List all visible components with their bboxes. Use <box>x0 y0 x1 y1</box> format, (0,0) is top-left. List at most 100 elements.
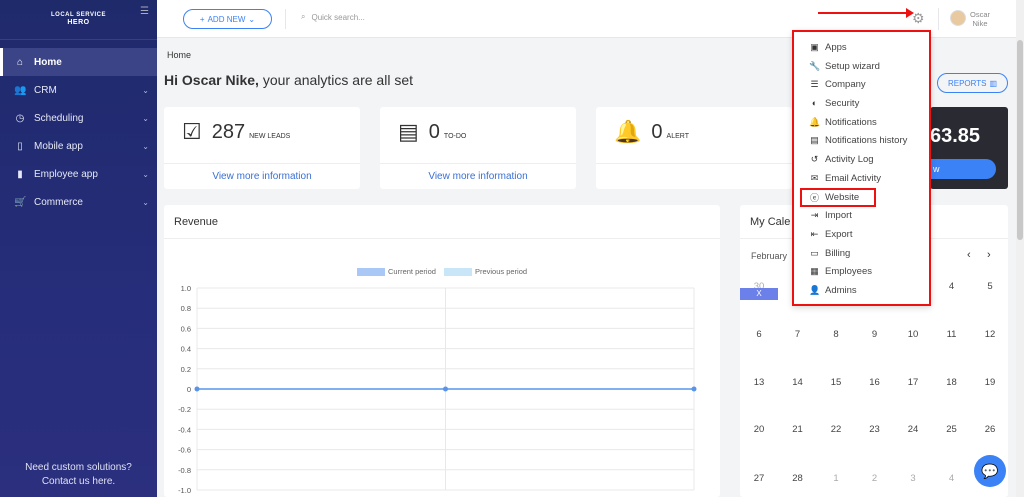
y-tick-label: 0.8 <box>181 304 191 313</box>
menu-item-setup-wizard[interactable]: 🔧 Setup wizard <box>794 57 929 76</box>
balance-value: 63.85 <box>930 125 981 147</box>
menu-item-notifications[interactable]: 🔔 Notifications <box>794 113 929 132</box>
tablet-icon: ▮ <box>17 168 23 180</box>
calendar-day[interactable]: 28 <box>779 473 817 484</box>
menu-item-label: Security <box>825 97 860 109</box>
menu-item-employees[interactable]: ▦ Employees <box>794 263 929 282</box>
calendar-day[interactable]: 9 <box>856 329 894 340</box>
user-cog-icon: 👤 <box>809 285 821 296</box>
user-name[interactable]: Oscar Nike <box>970 10 990 28</box>
y-tick-label: -0.2 <box>178 405 191 414</box>
calendar-day[interactable]: 23 <box>856 424 894 435</box>
custom-solutions-link[interactable]: Need custom solutions? Contact us here. <box>0 461 157 489</box>
envelope-icon: ✉ <box>810 172 819 183</box>
calendar-day[interactable]: 1 <box>817 473 855 484</box>
revenue-title: Revenue <box>164 205 720 239</box>
brand-line1: LOCAL SERVICE <box>51 12 106 18</box>
calendar-day[interactable]: 27 <box>740 473 778 484</box>
balance-button[interactable]: w <box>930 159 996 179</box>
contact-us-text: Contact us here. <box>41 476 116 487</box>
breadcrumb: Home <box>167 50 192 60</box>
menu-item-website[interactable]: ⓔ Website <box>800 187 876 207</box>
export-icon: ⇤ <box>810 229 819 240</box>
calendar-day[interactable]: 18 <box>933 377 971 388</box>
chevron-right-icon[interactable]: › <box>987 249 991 261</box>
add-new-button[interactable]: + ADD NEW ⌄ <box>183 9 272 29</box>
menu-item-apps[interactable]: ▣ Apps <box>794 38 929 57</box>
calendar-day[interactable]: 20 <box>740 424 778 435</box>
sidebar-item-commerce[interactable]: 🛒 Commerce ⌄ <box>0 188 157 216</box>
calendar-day[interactable]: 22 <box>817 424 855 435</box>
calendar-day[interactable]: 11 <box>933 329 971 340</box>
menu-item-export[interactable]: ⇤ Export <box>794 225 929 244</box>
menu-item-admins[interactable]: 👤 Admins <box>794 281 929 300</box>
sidebar-item-label: Employee app <box>34 168 98 180</box>
menu-item-label: Employees <box>825 266 872 278</box>
list-icon: ▤ <box>398 119 419 144</box>
menu-item-security[interactable]: ◐ Security <box>794 94 929 113</box>
menu-item-activity-log[interactable]: ↺ Activity Log <box>794 150 929 169</box>
data-point[interactable] <box>691 386 697 392</box>
user-first-name: Oscar <box>970 10 991 19</box>
home-icon: ⌂ <box>16 56 24 68</box>
calendar-day[interactable]: 15 <box>817 377 855 388</box>
calendar-day[interactable]: 4 <box>933 473 971 484</box>
menu-item-email-activity[interactable]: ✉ Email Activity <box>794 169 929 188</box>
sidebar-item-mobile-app[interactable]: ▯ Mobile app ⌄ <box>0 132 157 160</box>
event-badge[interactable]: X <box>740 288 778 300</box>
calendar-day[interactable]: 13 <box>740 377 778 388</box>
sidebar-item-scheduling[interactable]: ◷ Scheduling ⌄ <box>0 104 157 132</box>
sidebar-item-crm[interactable]: 👥 CRM ⌄ <box>0 76 157 104</box>
reports-button[interactable]: REPORTS ▥ <box>937 73 1008 93</box>
calendar-day[interactable]: 5 <box>971 281 1009 292</box>
menu-item-import[interactable]: ⇥ Import <box>794 207 929 226</box>
menu-item-label: Website <box>825 191 860 203</box>
logo[interactable]: LOCAL SERVICE HERO ☰ <box>0 0 157 40</box>
chat-bubble-icon[interactable]: 💬 <box>974 455 1006 487</box>
calendar-day[interactable]: 17 <box>894 377 932 388</box>
chevron-down-icon: ⌄ <box>142 197 149 207</box>
calendar-day[interactable]: 16 <box>856 377 894 388</box>
menu-item-label: Apps <box>825 41 847 53</box>
history-icon: ↺ <box>810 153 819 164</box>
calendar-day[interactable]: 8 <box>817 329 855 340</box>
calendar-day[interactable]: 26 <box>971 424 1009 435</box>
data-point[interactable] <box>194 386 200 392</box>
add-new-label: ADD NEW <box>207 14 246 24</box>
y-tick-label: -1.0 <box>178 486 191 495</box>
menu-item-company[interactable]: ☰ Company <box>794 75 929 94</box>
calendar-day[interactable]: 4 <box>933 281 971 292</box>
avatar[interactable] <box>950 10 966 26</box>
leads-label: NEW LEADS <box>249 132 291 140</box>
chevron-left-icon[interactable]: ‹ <box>967 249 971 261</box>
y-tick-label: -0.8 <box>178 466 191 475</box>
search-input[interactable]: ⌕ Quick search... <box>301 12 365 22</box>
divider <box>938 8 939 30</box>
calendar-day[interactable]: 3 <box>894 473 932 484</box>
menu-toggle-icon[interactable]: ☰ <box>140 6 149 17</box>
calendar-day[interactable]: 24 <box>894 424 932 435</box>
calendar-day[interactable]: 25 <box>933 424 971 435</box>
calendar-day[interactable]: 10 <box>894 329 932 340</box>
sidebar-item-employee-app[interactable]: ▮ Employee app ⌄ <box>0 160 157 188</box>
view-more-link[interactable]: View more information <box>380 163 576 189</box>
calendar-day[interactable]: 6 <box>740 329 778 340</box>
menu-item-notifications-history[interactable]: ▤ Notifications history <box>794 131 929 150</box>
sidebar-item-label: Mobile app <box>34 140 83 152</box>
data-point[interactable] <box>443 386 448 392</box>
menu-item-billing[interactable]: ▭ Billing <box>794 244 929 263</box>
calendar-day[interactable]: 19 <box>971 377 1009 388</box>
y-tick-label: 0.6 <box>181 324 191 333</box>
calendar-day[interactable]: 12 <box>971 329 1009 340</box>
sidebar-item-label: Scheduling <box>34 112 84 124</box>
calendar-day[interactable]: 2 <box>856 473 894 484</box>
calendar-day[interactable]: 21 <box>779 424 817 435</box>
scrollbar-thumb[interactable] <box>1017 40 1023 240</box>
scrollbar[interactable] <box>1016 0 1024 497</box>
sidebar-item-home[interactable]: ⌂ Home <box>0 48 157 76</box>
calendar-day[interactable]: 7 <box>779 329 817 340</box>
calendar-day[interactable]: 14 <box>779 377 817 388</box>
view-more-link[interactable]: View more information <box>164 163 360 189</box>
plus-icon: + <box>199 14 205 24</box>
bell-icon: 🔔 <box>809 116 821 127</box>
